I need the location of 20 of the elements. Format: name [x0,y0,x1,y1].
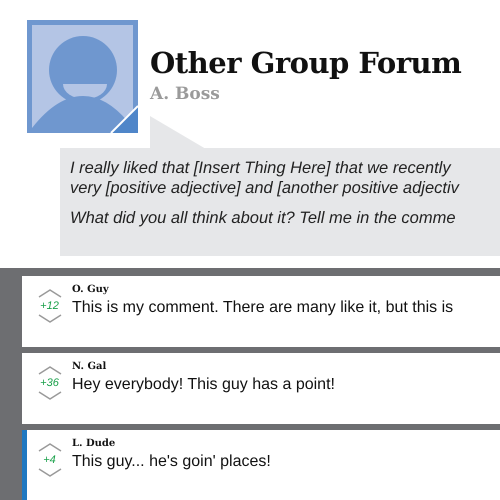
post-paragraph: What did you all think about it? Tell me in the comme [70,208,457,228]
vote-score: +12 [40,300,59,312]
vote-score: +36 [40,377,59,389]
comment-author: O. Guy [72,284,110,295]
post-paragraph: I really liked that [Insert Thing Here] that we recently very [positive adjective] and [another positive adjectiv [70,158,460,198]
downvote-icon[interactable] [38,314,62,323]
comment-text: Hey everybody! This guy has a point! [72,376,335,394]
upvote-icon[interactable] [38,366,62,375]
comment-text: This is my comment. There are many like it, but this is [72,299,454,317]
upvote-icon[interactable] [38,443,62,452]
downvote-icon[interactable] [38,468,62,477]
upvote-icon[interactable] [38,289,62,298]
avatar-icon [27,20,138,133]
comment-author: L. Dude [72,438,116,449]
forum-title: Other Group Forum [150,46,462,80]
vote-score: +4 [43,454,56,466]
downvote-icon[interactable] [38,391,62,400]
author-name: A. Boss [150,84,221,104]
comment-text: This guy... he's goin' places! [72,453,271,471]
comment-author: N. Gal [72,361,108,372]
